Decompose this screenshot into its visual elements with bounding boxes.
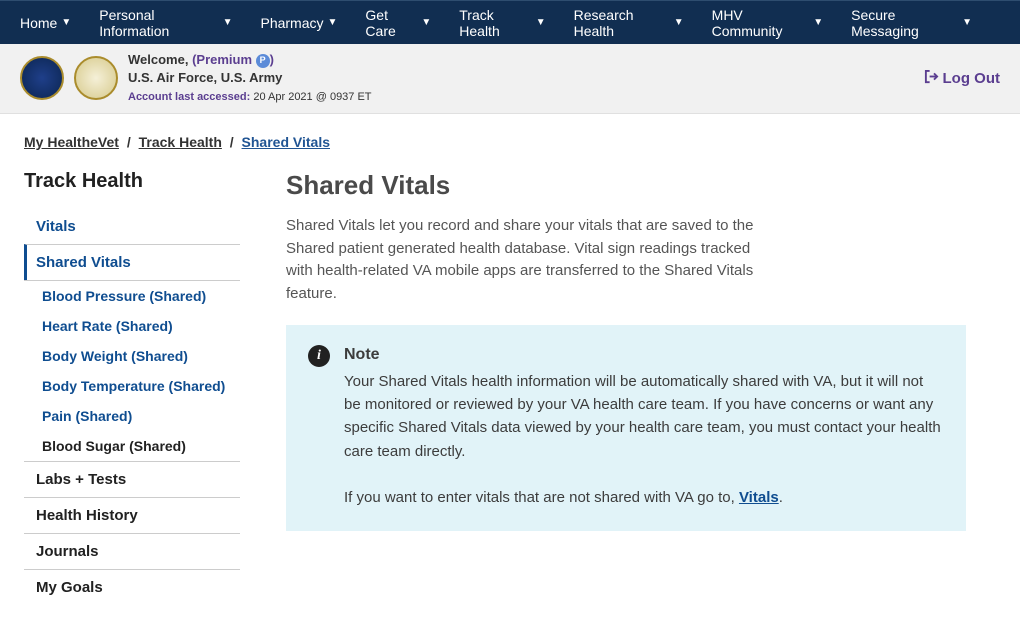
user-info: Welcome, (Premium P) U.S. Air Force, U.S… <box>128 51 372 106</box>
premium-label: (Premium P) <box>192 52 274 67</box>
chevron-down-icon: ▼ <box>421 17 431 28</box>
sidebar-subitem-blood-sugar[interactable]: Blood Sugar (Shared) <box>24 431 240 461</box>
sidebar-item-labs[interactable]: Labs + Tests <box>24 461 240 497</box>
last-accessed-value: 20 Apr 2021 @ 0937 ET <box>250 91 371 103</box>
chevron-down-icon: ▼ <box>962 17 972 28</box>
sidebar-item-health-history[interactable]: Health History <box>24 497 240 533</box>
sidebar-item-goals[interactable]: My Goals <box>24 569 240 605</box>
note-box: i Note Your Shared Vitals health informa… <box>286 325 966 531</box>
breadcrumb-root[interactable]: My HealtheVet <box>24 134 119 150</box>
nav-pharmacy[interactable]: Pharmacy▼ <box>260 15 337 31</box>
sidebar-item-vitals[interactable]: Vitals <box>24 209 240 244</box>
note-body: Your Shared Vitals health information wi… <box>344 373 941 460</box>
note-content: Note Your Shared Vitals health informati… <box>344 343 944 509</box>
user-branch: U.S. Air Force, U.S. Army <box>128 69 372 87</box>
note-footer-prefix: If you want to enter vitals that are not… <box>344 489 739 506</box>
nav-mhv-community[interactable]: MHV Community▼ <box>712 7 823 39</box>
logout-link[interactable]: Log Out <box>924 69 1000 88</box>
sidebar-heading: Track Health <box>24 170 240 193</box>
sidebar-subitem-blood-pressure[interactable]: Blood Pressure (Shared) <box>24 281 240 311</box>
premium-badge-icon: P <box>256 54 270 68</box>
top-nav: Home▼ Personal Information▼ Pharmacy▼ Ge… <box>0 0 1020 44</box>
content: Shared Vitals Shared Vitals let you reco… <box>286 170 996 531</box>
note-vitals-link[interactable]: Vitals <box>739 489 779 506</box>
note-footer-suffix: . <box>779 489 783 506</box>
sidebar-item-journals[interactable]: Journals <box>24 533 240 569</box>
info-icon: i <box>308 345 330 367</box>
logout-icon <box>924 69 939 88</box>
nav-personal-info[interactable]: Personal Information▼ <box>99 7 232 39</box>
nav-secure-messaging[interactable]: Secure Messaging▼ <box>851 7 972 39</box>
note-title: Note <box>344 343 944 368</box>
breadcrumb-current[interactable]: Shared Vitals <box>242 134 330 150</box>
sidebar-subitem-pain[interactable]: Pain (Shared) <box>24 401 240 431</box>
nav-track-health[interactable]: Track Health▼ <box>459 7 545 39</box>
nav-home[interactable]: Home▼ <box>20 15 71 31</box>
welcome-label: Welcome, <box>128 52 192 67</box>
last-accessed-label: Account last accessed: <box>128 91 250 103</box>
sidebar-item-shared-vitals[interactable]: Shared Vitals <box>24 244 240 280</box>
chevron-down-icon: ▼ <box>328 17 338 28</box>
sidebar-subitem-body-temperature[interactable]: Body Temperature (Shared) <box>24 371 240 401</box>
sidebar: Track Health Vitals Shared Vitals Blood … <box>24 170 240 605</box>
breadcrumb-section[interactable]: Track Health <box>139 134 222 150</box>
nav-get-care[interactable]: Get Care▼ <box>365 7 431 39</box>
intro-text: Shared Vitals let you record and share y… <box>286 215 766 305</box>
seal-icon <box>20 56 64 100</box>
chevron-down-icon: ▼ <box>813 17 823 28</box>
chevron-down-icon: ▼ <box>536 17 546 28</box>
nav-research-health[interactable]: Research Health▼ <box>574 7 684 39</box>
user-bar: Welcome, (Premium P) U.S. Air Force, U.S… <box>0 44 1020 114</box>
seal-icon <box>74 56 118 100</box>
breadcrumb: My HealtheVet / Track Health / Shared Vi… <box>0 114 1020 160</box>
chevron-down-icon: ▼ <box>61 17 71 28</box>
sidebar-subitem-body-weight[interactable]: Body Weight (Shared) <box>24 341 240 371</box>
chevron-down-icon: ▼ <box>223 17 233 28</box>
chevron-down-icon: ▼ <box>674 17 684 28</box>
user-bar-left: Welcome, (Premium P) U.S. Air Force, U.S… <box>20 51 372 106</box>
sidebar-subitem-heart-rate[interactable]: Heart Rate (Shared) <box>24 311 240 341</box>
page-title: Shared Vitals <box>286 170 996 201</box>
